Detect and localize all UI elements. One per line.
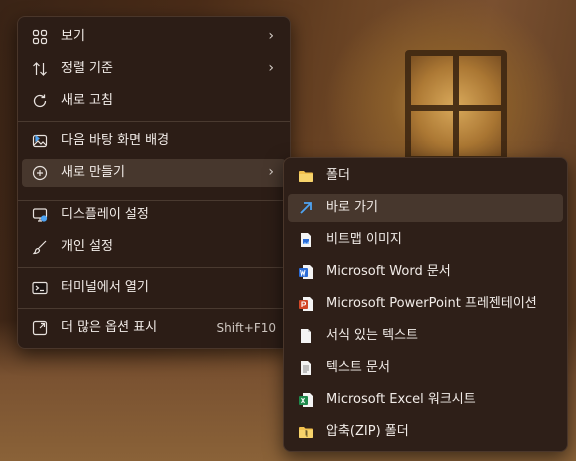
menu-item-personalize[interactable]: 개인 설정 [22,233,286,261]
submenu-item-label: 폴더 [326,168,350,183]
menu-item-refresh[interactable]: 새로 고침 [22,87,286,115]
desktop-context-menu: 보기 › 정렬 기준 › 새로 고침 다음 바탕 화면 배경 새로 만들기 › … [17,16,291,349]
submenu-item-label: 비트맵 이미지 [326,232,402,247]
submenu-item-label: 텍스트 문서 [326,360,390,375]
menu-separator [18,267,290,268]
submenu-item-powerpoint[interactable]: Microsoft PowerPoint 프레젠테이션 [288,290,563,318]
submenu-item-label: 압축(ZIP) 폴더 [326,424,409,439]
text-document-icon [298,360,314,376]
menu-separator [18,121,290,122]
submenu-item-label: Microsoft Excel 워크시트 [326,392,476,407]
submenu-item-label: Microsoft Word 문서 [326,264,451,279]
menu-item-label: 보기 [61,29,85,44]
menu-item-label: 새로 만들기 [61,165,125,180]
menu-item-label: 정렬 기준 [61,61,113,76]
submenu-item-label: 바로 가기 [326,200,378,215]
menu-item-display-settings[interactable]: 디스플레이 설정 [22,201,286,229]
keyboard-shortcut: Shift+F10 [216,321,276,335]
menu-item-label: 개인 설정 [61,239,113,254]
submenu-item-label: Microsoft PowerPoint 프레젠테이션 [326,296,537,311]
menu-separator [18,308,290,309]
submenu-item-shortcut[interactable]: 바로 가기 [288,194,563,222]
menu-item-sort-by[interactable]: 정렬 기준 › [22,55,286,83]
word-icon [298,264,314,280]
submenu-item-excel[interactable]: Microsoft Excel 워크시트 [288,386,563,414]
next-wallpaper-icon [32,133,48,149]
submenu-item-label: 서식 있는 텍스트 [326,328,418,343]
submenu-item-folder[interactable]: 폴더 [288,162,563,190]
powerpoint-icon [298,296,314,312]
menu-item-label: 다음 바탕 화면 배경 [61,133,170,148]
new-plus-icon [32,165,48,181]
menu-item-label: 더 많은 옵션 표시 [61,320,158,335]
grid-icon [32,29,48,45]
more-options-icon [32,320,48,336]
zip-folder-icon [298,424,314,440]
folder-icon [298,168,314,184]
chevron-right-icon: › [268,164,274,180]
excel-icon [298,392,314,408]
submenu-item-zip-folder[interactable]: 압축(ZIP) 폴더 [288,418,563,446]
rich-text-icon [298,328,314,344]
menu-item-next-background[interactable]: 다음 바탕 화면 배경 [22,127,286,155]
background-window [405,50,507,162]
submenu-item-word[interactable]: Microsoft Word 문서 [288,258,563,286]
refresh-icon [32,93,48,109]
chevron-right-icon: › [268,60,274,76]
sort-icon [32,61,48,77]
menu-item-new[interactable]: 새로 만들기 › [22,159,286,187]
menu-item-label: 새로 고침 [61,93,113,108]
menu-item-label: 터미널에서 열기 [61,280,149,295]
submenu-item-rich-text[interactable]: 서식 있는 텍스트 [288,322,563,350]
menu-item-open-terminal[interactable]: 터미널에서 열기 [22,274,286,302]
new-submenu: 폴더 바로 가기 비트맵 이미지 Microsoft Word 문서 Micro… [283,157,568,452]
terminal-icon [32,280,48,296]
brush-icon [32,239,48,255]
menu-item-show-more-options[interactable]: 더 많은 옵션 표시 Shift+F10 [22,314,286,342]
submenu-item-text-document[interactable]: 텍스트 문서 [288,354,563,382]
bitmap-icon [298,232,314,248]
shortcut-arrow-icon [298,200,314,216]
menu-item-view[interactable]: 보기 › [22,23,286,51]
submenu-item-bitmap[interactable]: 비트맵 이미지 [288,226,563,254]
menu-item-label: 디스플레이 설정 [61,207,149,222]
display-icon [32,207,48,223]
chevron-right-icon: › [268,28,274,44]
